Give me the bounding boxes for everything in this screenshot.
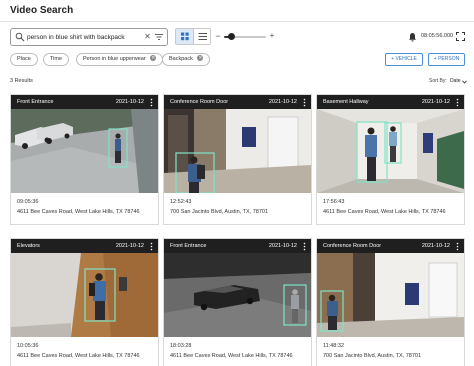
list-view-button[interactable] xyxy=(194,29,210,44)
chip-label: Place xyxy=(17,56,31,62)
grid-view-button[interactable] xyxy=(176,29,194,44)
timecode: 08:05:56.000 xyxy=(421,33,454,39)
video-thumbnail[interactable] xyxy=(164,253,311,337)
card-date: 2021-10-12 xyxy=(268,99,297,105)
sort-dropdown[interactable]: Date xyxy=(450,78,461,84)
card-date: 2021-10-12 xyxy=(421,99,450,105)
card-time: 09:05:36 xyxy=(17,199,39,205)
card-location: Front Entrance xyxy=(17,99,54,105)
card-location: Front Entrance xyxy=(170,243,207,249)
card-time: 18:03:28 xyxy=(170,343,192,349)
zoom-slider[interactable] xyxy=(224,33,266,40)
zoom-out-button[interactable]: − xyxy=(214,30,222,42)
result-card[interactable]: Elevators 2021-10-12 10:05:36 4611 Bee C… xyxy=(10,238,159,366)
filter-chip-backpack[interactable]: Backpack ✕ xyxy=(162,53,211,66)
list-icon xyxy=(198,33,207,40)
card-location: Conference Room Door xyxy=(170,99,229,105)
video-thumbnail[interactable] xyxy=(317,109,464,193)
view-toggle xyxy=(175,28,211,45)
filter-chip-time[interactable]: Time xyxy=(43,53,70,66)
add-person-button[interactable]: + PERSON xyxy=(428,53,465,66)
app-header: Video Search xyxy=(0,0,474,22)
card-time: 10:05:36 xyxy=(17,343,39,349)
card-time: 12:52:43 xyxy=(170,199,192,205)
filter-chip-place[interactable]: Place xyxy=(10,53,38,66)
card-address: 4611 Bee Caves Road, West Lake Hills, TX… xyxy=(17,209,140,215)
search-icon xyxy=(15,32,25,42)
zoom-in-button[interactable]: + xyxy=(268,30,276,42)
results-count: 3 Results xyxy=(10,78,33,84)
more-options-icon[interactable] xyxy=(302,98,307,107)
video-thumbnail[interactable] xyxy=(164,109,311,193)
card-header: Elevators 2021-10-12 xyxy=(11,239,158,253)
card-header: Conference Room Door 2021-10-12 xyxy=(164,95,311,109)
clear-search-icon[interactable]: ✕ xyxy=(143,32,152,42)
chevron-down-icon[interactable] xyxy=(462,80,467,84)
result-card[interactable]: Basement Hallway 2021-10-12 17:56:43 461… xyxy=(316,94,465,225)
result-card[interactable]: Front Entrance 2021-10-12 09:05:36 4611 … xyxy=(10,94,159,225)
more-options-icon[interactable] xyxy=(455,98,460,107)
filter-icon[interactable] xyxy=(154,32,164,42)
search-input[interactable] xyxy=(27,31,145,44)
video-thumbnail[interactable] xyxy=(317,253,464,337)
alarm-icon[interactable] xyxy=(408,32,417,42)
remove-chip-icon[interactable]: ✕ xyxy=(197,54,204,61)
more-options-icon[interactable] xyxy=(302,242,307,251)
card-time: 11:48:32 xyxy=(323,343,345,349)
card-address: 4611 Bee Caves Road, West Lake Hills, TX… xyxy=(17,353,140,359)
chip-label: Backpack xyxy=(169,56,193,62)
more-options-icon[interactable] xyxy=(149,242,154,251)
chip-label: Time xyxy=(50,56,63,62)
more-options-icon[interactable] xyxy=(149,98,154,107)
card-location: Elevators xyxy=(17,243,40,249)
zoom-slider-handle[interactable] xyxy=(228,33,236,40)
result-card[interactable]: Conference Room Door 2021-10-12 12:52:43… xyxy=(163,94,312,225)
filter-chip-blue-upperwear[interactable]: Person in blue upperwear ✕ xyxy=(76,53,164,66)
card-date: 2021-10-12 xyxy=(268,243,297,249)
add-vehicle-button[interactable]: + VEHICLE xyxy=(385,53,423,66)
card-time: 17:56:43 xyxy=(323,199,345,205)
card-date: 2021-10-12 xyxy=(115,99,144,105)
toolbar: ✕ − + 08 xyxy=(0,28,474,48)
page-title: Video Search xyxy=(10,5,74,16)
card-date: 2021-10-12 xyxy=(421,243,450,249)
chip-label: Person in blue upperwear xyxy=(83,56,146,62)
fullscreen-icon[interactable] xyxy=(456,32,465,41)
video-thumbnail[interactable] xyxy=(11,109,158,193)
search-box[interactable]: ✕ xyxy=(10,28,168,46)
card-location: Conference Room Door xyxy=(323,243,382,249)
card-location: Basement Hallway xyxy=(323,99,369,105)
remove-chip-icon[interactable]: ✕ xyxy=(150,54,157,61)
card-header: Front Entrance 2021-10-12 xyxy=(164,239,311,253)
card-header: Conference Room Door 2021-10-12 xyxy=(317,239,464,253)
card-header: Basement Hallway 2021-10-12 xyxy=(317,95,464,109)
card-address: 700 San Jacinto Blvd, Austin, TX, 78701 xyxy=(323,353,422,359)
card-header: Front Entrance 2021-10-12 xyxy=(11,95,158,109)
result-card[interactable]: Front Entrance 2021-10-12 18:03:28 4611 … xyxy=(163,238,312,366)
card-date: 2021-10-12 xyxy=(115,243,144,249)
video-thumbnail[interactable] xyxy=(11,253,158,337)
grid-icon xyxy=(181,32,189,41)
card-address: 4611 Bee Caves Road, West Lake Hills, TX… xyxy=(323,209,446,215)
more-options-icon[interactable] xyxy=(455,242,460,251)
card-address: 700 San Jacinto Blvd, Austin, TX, 78701 xyxy=(170,209,269,215)
result-card[interactable]: Conference Room Door 2021-10-12 11:48:32… xyxy=(316,238,465,366)
sort-label: Sort By: xyxy=(429,78,447,84)
card-address: 4611 Bee Caves Road, West Lake Hills, TX… xyxy=(170,353,293,359)
